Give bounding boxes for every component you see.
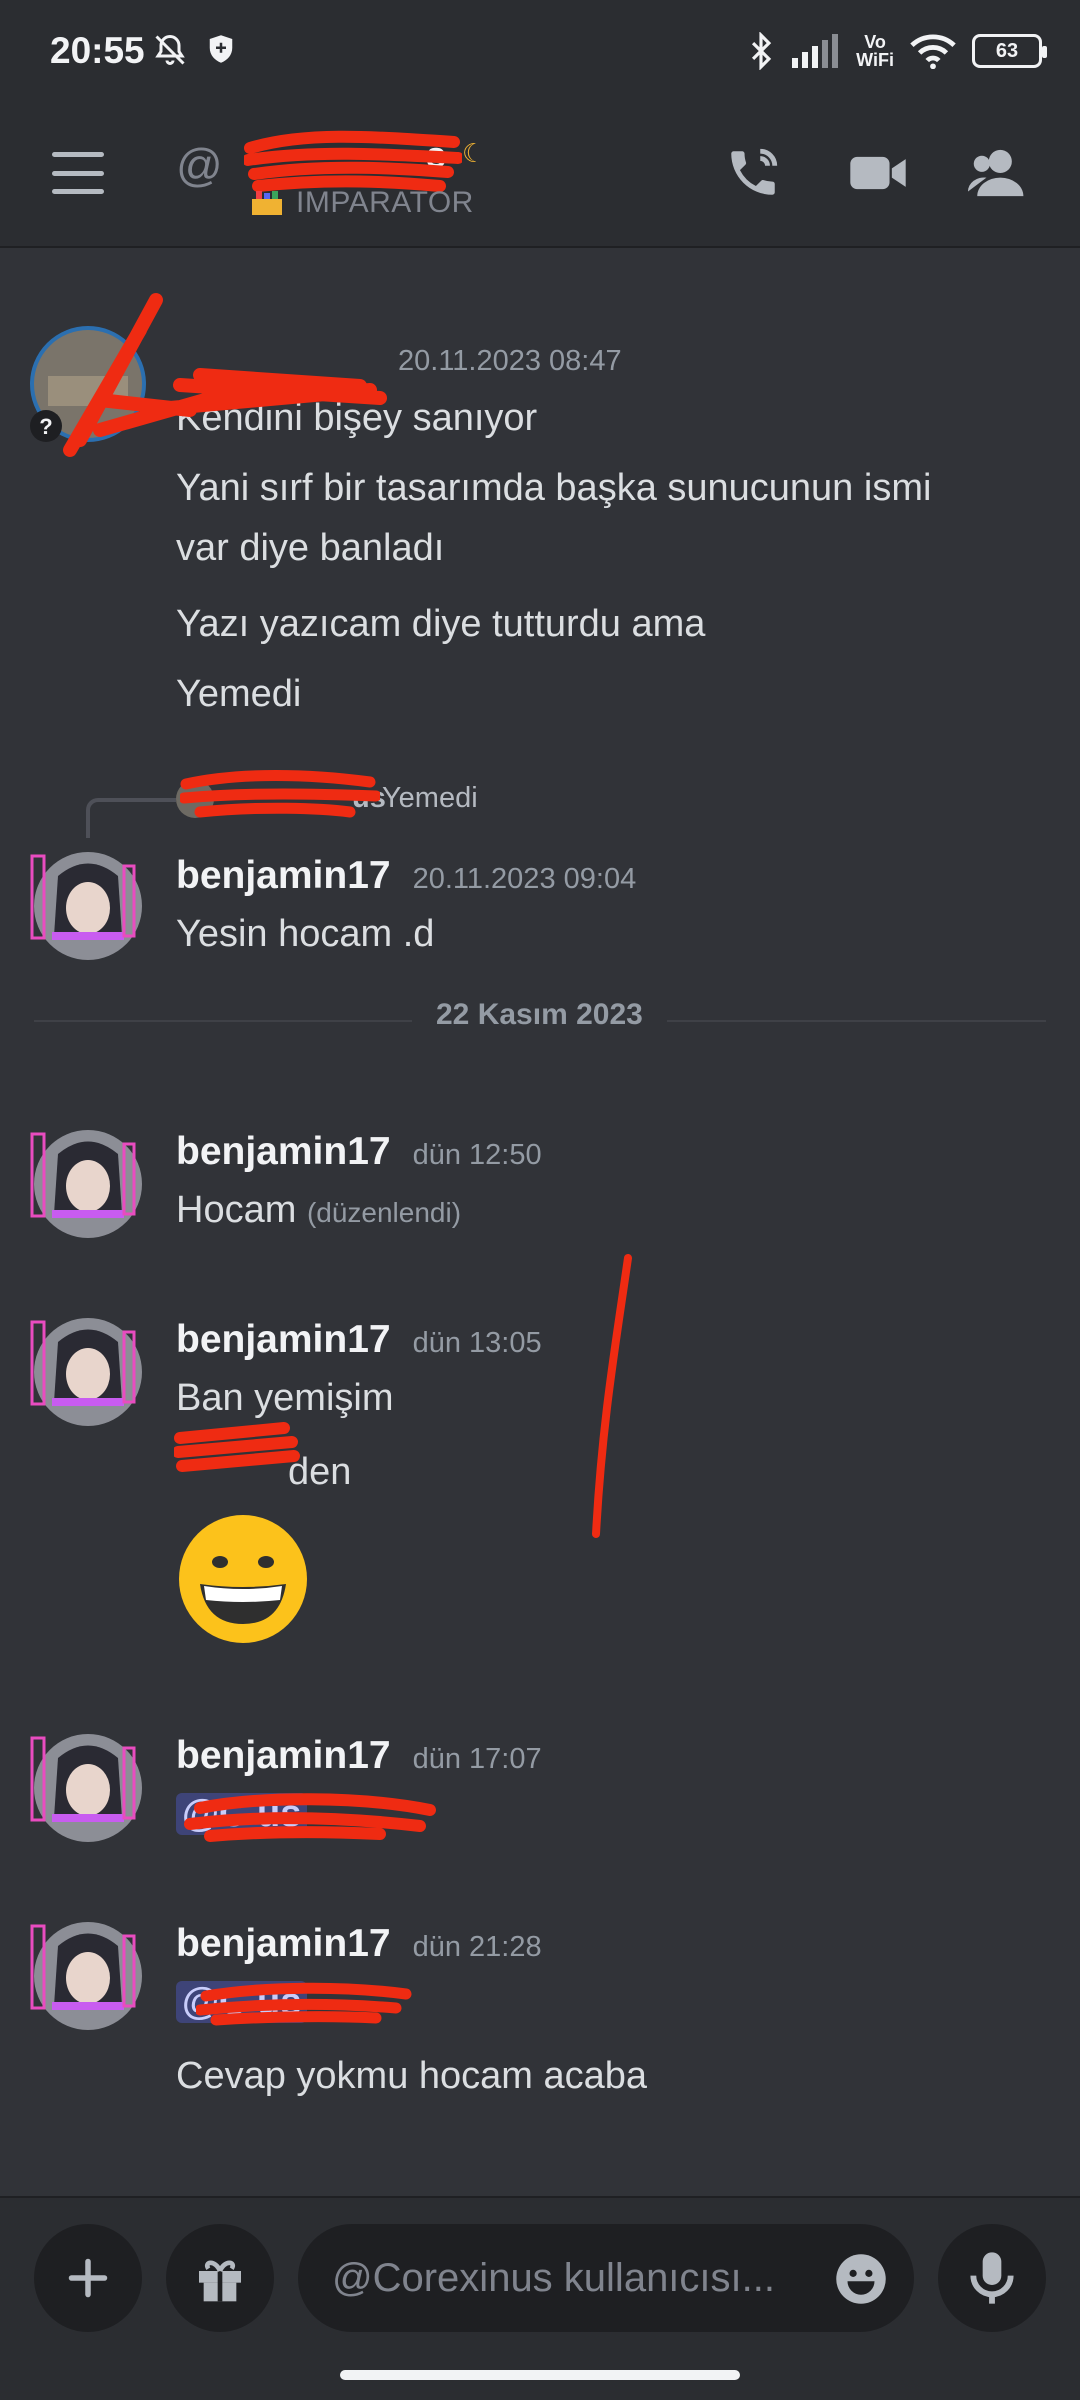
plus-icon: [68, 2258, 108, 2298]
edited-label: (düzenlendi): [306, 1197, 462, 1228]
date-divider-label: 22 Kasım 2023: [412, 998, 667, 1032]
avatar[interactable]: [28, 1728, 148, 1848]
mention-line: @C us: [176, 1784, 308, 1844]
message-text: Yani sırf bir tasarımda başka sunucunun …: [176, 467, 932, 509]
message-text: Hocam (düzenlendi): [176, 1189, 462, 1231]
message-timestamp: dün 21:28: [412, 1931, 542, 1963]
reply-avatar: [176, 780, 214, 818]
message-text: Ban yemişim: [176, 1377, 394, 1419]
avatar[interactable]: ?: [28, 324, 148, 444]
bluetooth-icon: [752, 32, 772, 70]
menu-icon[interactable]: [52, 152, 104, 194]
avatar[interactable]: [28, 1124, 148, 1244]
status-bar: 20:55 Vo WiFi 63: [0, 0, 1080, 108]
home-indicator[interactable]: [340, 2370, 740, 2380]
message-input-wrapper: [298, 2224, 914, 2332]
svg-text:?: ?: [39, 414, 52, 439]
shield-icon: [209, 35, 233, 63]
message-author[interactable]: benjamin17 20.11.2023 09:04: [176, 854, 636, 898]
dm-subtitle: IMPARATOR: [296, 186, 474, 219]
members-icon[interactable]: [968, 144, 1028, 202]
vowifi-icon: Vo WiFi: [856, 32, 894, 70]
reply-preview[interactable]: Yemedi: [382, 782, 478, 815]
video-call-icon[interactable]: [848, 144, 908, 202]
battery-icon: 63: [972, 34, 1047, 68]
message-author[interactable]: benjamin17 dün 21:28: [176, 1922, 542, 1966]
signal-icon: [792, 34, 839, 68]
message-author[interactable]: 20.11.2023 08:47: [176, 336, 622, 380]
message-list[interactable]: ? 20.11.2023 08:47 Kendini bişey sanıyor…: [0, 250, 1080, 2196]
gift-button[interactable]: [166, 2224, 274, 2332]
avatar[interactable]: [28, 1312, 148, 1432]
user-mention[interactable]: @C us: [176, 1981, 308, 2023]
bell-off-icon: [155, 34, 185, 65]
message-author[interactable]: benjamin17 dün 12:50: [176, 1130, 542, 1174]
message-text: var diye banladı: [176, 527, 445, 569]
user-mention[interactable]: @C us: [176, 1793, 308, 1835]
avatar[interactable]: [28, 1916, 148, 2036]
message-timestamp: dün 13:05: [412, 1327, 542, 1359]
message-timestamp: dün 17:07: [412, 1743, 542, 1775]
dm-at-icon: @: [176, 139, 223, 191]
attach-button[interactable]: [34, 2224, 142, 2332]
message-timestamp: dün 12:50: [412, 1139, 542, 1171]
mention-line: @C us: [176, 1972, 308, 2032]
status-time: 20:55: [50, 30, 145, 71]
phone-call-icon[interactable]: [724, 144, 782, 202]
microphone-icon: [970, 2252, 1014, 2304]
message-text: Kendini bişey sanıyor: [176, 397, 538, 439]
voice-message-button[interactable]: [938, 2224, 1046, 2332]
message-timestamp: 20.11.2023 09:04: [412, 863, 637, 895]
reply-connector: [86, 798, 176, 838]
message-text: Yazı yazıcam diye tutturdu ama: [176, 603, 706, 645]
message-text: Yemedi: [176, 673, 302, 715]
message-author[interactable]: benjamin17 dün 13:05: [176, 1318, 542, 1362]
reply-author[interactable]: us: [352, 782, 386, 815]
guild-tag-icon: [252, 191, 282, 215]
message-text: Cevap yokmu hocam acaba: [176, 2055, 648, 2097]
emoji-icon[interactable]: [834, 2252, 888, 2306]
message-timestamp: 20.11.2023 08:47: [398, 345, 622, 377]
message-text: den: [288, 1451, 352, 1493]
annotation-stroke: [592, 1254, 632, 1538]
wifi-icon: [910, 34, 956, 69]
moon-icon: ☾: [462, 138, 486, 168]
message-author[interactable]: benjamin17 dün 17:07: [176, 1734, 542, 1778]
message-input[interactable]: [332, 2250, 812, 2306]
channel-header: @ s ☾ IMPARATOR: [0, 108, 1080, 248]
avatar[interactable]: [28, 846, 148, 966]
message-text: Yesin hocam .d: [176, 913, 435, 955]
gift-icon: [199, 2260, 241, 2302]
grinning-face-icon: [179, 1515, 307, 1643]
